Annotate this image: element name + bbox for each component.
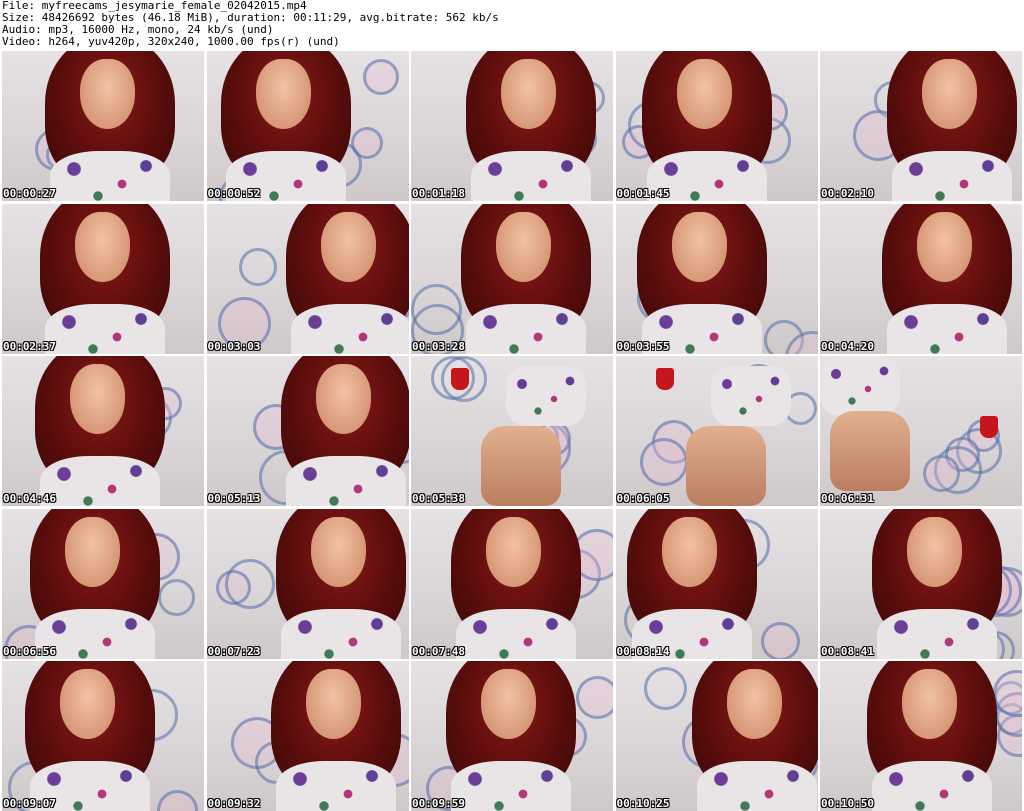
- thumbnail-frame-image: [2, 661, 204, 811]
- video-thumbnail[interactable]: 00:09:59: [411, 661, 613, 811]
- thumbnail-timestamp: 00:04:20: [821, 339, 874, 353]
- thumbnail-frame-image: [206, 508, 409, 659]
- thumbnail-frame-image: [615, 203, 818, 354]
- thumbnail-frame-image: [411, 51, 613, 201]
- video-thumbnail[interactable]: 00:06:05: [615, 356, 818, 506]
- thumbnail-frame-image: [2, 356, 204, 506]
- video-thumbnail[interactable]: 00:08:41: [820, 508, 1022, 659]
- thumbnail-frame-image: [820, 661, 1022, 811]
- video-thumbnail[interactable]: 00:04:46: [2, 356, 204, 506]
- thumbnail-frame-image: [2, 508, 204, 659]
- video-thumbnail[interactable]: 00:06:56: [2, 508, 204, 659]
- thumbnail-timestamp: 00:08:41: [821, 644, 874, 658]
- thumbnail-timestamp: 00:01:18: [412, 187, 465, 200]
- thumbnail-timestamp: 00:03:28: [412, 339, 465, 353]
- video-thumbnail[interactable]: 00:03:03: [206, 203, 409, 354]
- thumbnail-frame-image: [820, 203, 1022, 354]
- video-thumbnail[interactable]: 00:06:31: [820, 356, 1022, 506]
- video-thumbnail[interactable]: 00:05:13: [206, 356, 409, 506]
- thumbnail-timestamp: 00:00:52: [207, 187, 261, 200]
- video-thumbnail[interactable]: 00:00:27: [2, 51, 204, 201]
- thumbnail-frame-image: [820, 51, 1022, 201]
- video-thumbnail[interactable]: 00:09:07: [2, 661, 204, 811]
- thumbnail-frame-image: [820, 356, 1022, 506]
- thumbnail-frame-image: [615, 51, 818, 201]
- thumbnail-timestamp: 00:08:14: [616, 644, 670, 658]
- thumbnail-timestamp: 00:06:31: [821, 492, 874, 505]
- thumbnail-frame-image: [411, 661, 613, 811]
- thumbnail-timestamp: 00:05:13: [207, 492, 261, 505]
- thumbnail-timestamp: 00:02:37: [3, 339, 56, 353]
- video-thumbnail[interactable]: 00:07:23: [206, 508, 409, 659]
- thumbnail-frame-image: [206, 203, 409, 354]
- thumbnail-timestamp: 00:10:50: [821, 797, 874, 810]
- thumbnail-frame-image: [615, 661, 818, 811]
- thumbnail-timestamp: 00:05:38: [412, 492, 465, 505]
- thumbnail-timestamp: 00:09:32: [207, 797, 261, 810]
- thumbnail-frame-image: [820, 508, 1022, 659]
- thumbnail-timestamp: 00:00:27: [3, 187, 56, 200]
- video-thumbnail[interactable]: 00:02:37: [2, 203, 204, 354]
- thumbnail-timestamp: 00:06:05: [616, 492, 670, 505]
- thumbnail-frame-image: [615, 508, 818, 659]
- video-thumbnail[interactable]: 00:04:20: [820, 203, 1022, 354]
- thumbnail-grid: 00:00:27 00:00:52 00:01:18 00:01:45 00:02:10…: [2, 51, 1022, 811]
- video-thumbnail[interactable]: 00:01:45: [615, 51, 818, 201]
- thumbnail-frame-image: [2, 51, 204, 201]
- video-info-line: Video: h264, yuv420p, 320x240, 1000.00 f…: [2, 35, 340, 48]
- video-thumbnail[interactable]: 00:03:28: [411, 203, 613, 354]
- thumbnail-timestamp: 00:10:25: [616, 797, 670, 810]
- thumbnail-timestamp: 00:09:07: [3, 797, 56, 810]
- thumbnail-frame-image: [411, 508, 613, 659]
- thumbnail-frame-image: [206, 661, 409, 811]
- video-thumbnail[interactable]: 00:09:32: [206, 661, 409, 811]
- video-thumbnail[interactable]: 00:08:14: [615, 508, 818, 659]
- video-thumbnail[interactable]: 00:05:38: [411, 356, 613, 506]
- video-thumbnail[interactable]: 00:00:52: [206, 51, 409, 201]
- video-thumbnail[interactable]: 00:02:10: [820, 51, 1022, 201]
- thumbnail-frame-image: [411, 203, 613, 354]
- thumbnail-timestamp: 00:09:59: [412, 797, 465, 810]
- thumbnail-timestamp: 00:04:46: [3, 492, 56, 505]
- thumbnail-timestamp: 00:03:55: [616, 339, 670, 353]
- thumbnail-frame-image: [206, 356, 409, 506]
- thumbnail-timestamp: 00:03:03: [207, 339, 261, 353]
- thumbnail-timestamp: 00:06:56: [3, 644, 56, 658]
- video-thumbnail[interactable]: 00:10:25: [615, 661, 818, 811]
- thumbnail-frame-image: [411, 356, 613, 506]
- video-thumbnail[interactable]: 00:01:18: [411, 51, 613, 201]
- thumbnail-timestamp: 00:02:10: [821, 187, 874, 200]
- thumbnail-frame-image: [615, 356, 818, 506]
- thumbnail-frame-image: [206, 51, 409, 201]
- thumbnail-timestamp: 00:07:48: [412, 644, 465, 658]
- video-thumbnail[interactable]: 00:07:48: [411, 508, 613, 659]
- video-thumbnail[interactable]: 00:10:50: [820, 661, 1022, 811]
- file-info-header: File: myfreecams_jesymarie_female_020420…: [2, 0, 1022, 50]
- video-thumbnail[interactable]: 00:03:55: [615, 203, 818, 354]
- thumbnail-timestamp: 00:01:45: [616, 187, 670, 200]
- thumbnail-timestamp: 00:07:23: [207, 644, 261, 658]
- thumbnail-frame-image: [2, 203, 204, 354]
